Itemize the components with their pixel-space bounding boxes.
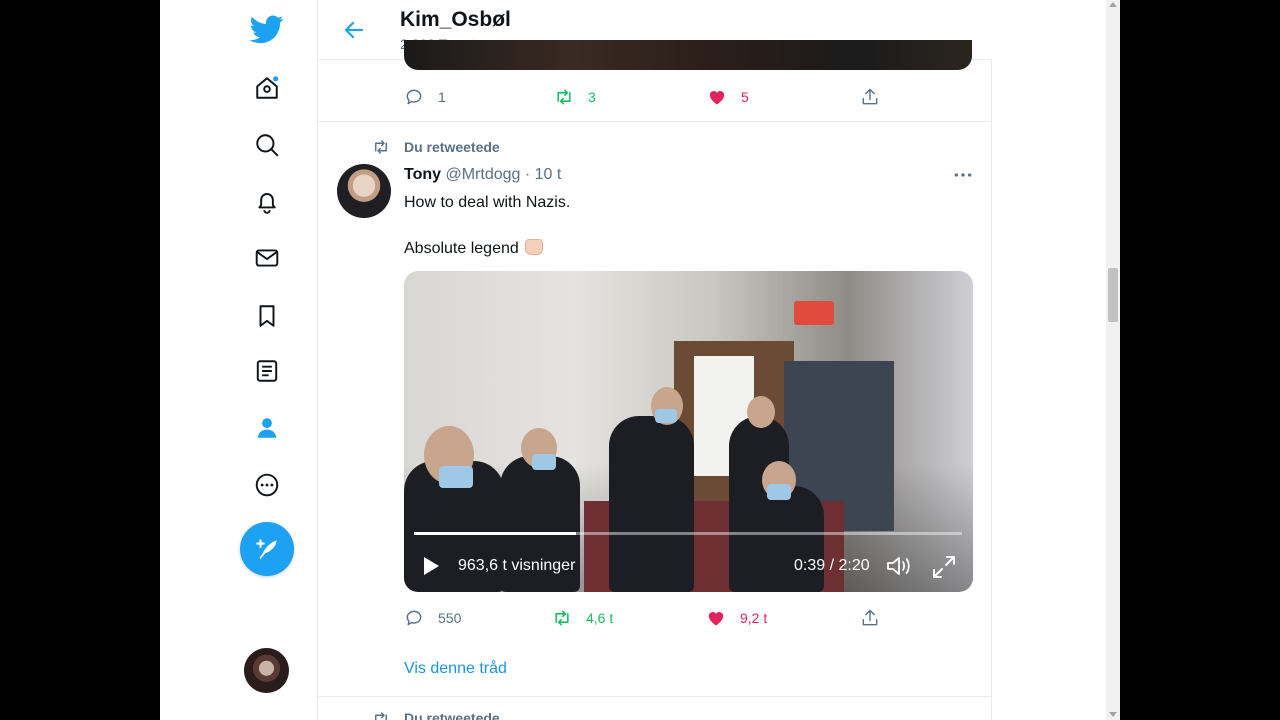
- retweet-icon: [375, 140, 387, 154]
- back-arrow-icon: [344, 21, 364, 39]
- tweet-text-line-2-text: Absolute legend: [404, 240, 519, 257]
- reply-count: 1: [438, 89, 446, 105]
- reply-icon: [406, 89, 422, 105]
- video-person: [609, 416, 694, 592]
- retweet-button[interactable]: 4,6 t: [552, 607, 613, 629]
- notifications-icon[interactable]: [250, 185, 284, 219]
- page: Kim_Osbøl 2.893 Tweets 1 3 5: [160, 0, 1120, 720]
- like-button[interactable]: 5: [707, 86, 749, 108]
- retweet-icon: [375, 712, 387, 720]
- retweeted-label[interactable]: Du retweetede: [404, 139, 500, 155]
- tweet-header: Tony @Mrtdogg · 10 t: [404, 166, 561, 184]
- video-scene-exit-sign: [794, 301, 834, 325]
- volume-icon: [887, 557, 910, 575]
- heart-icon: [708, 612, 724, 626]
- video-volume-button[interactable]: [885, 554, 913, 578]
- like-button[interactable]: 9,2 t: [706, 607, 767, 629]
- share-icon: [862, 609, 878, 626]
- retweet-button[interactable]: 3: [554, 86, 596, 108]
- video-person-mask: [532, 454, 556, 470]
- next-retweeted-label[interactable]: Du retweetede: [404, 710, 500, 720]
- profile-icon[interactable]: [250, 411, 284, 445]
- video-person-head: [747, 396, 775, 428]
- video-person-mask: [655, 409, 677, 423]
- tweet-text-line-1: How to deal with Nazis.: [404, 194, 571, 211]
- reply-icon: [406, 610, 422, 626]
- twitter-logo-icon[interactable]: [250, 12, 284, 46]
- scroll-down-arrow-icon[interactable]: [1109, 712, 1117, 717]
- video-progress-bar[interactable]: [414, 532, 962, 535]
- tweet-more-button[interactable]: [950, 164, 976, 186]
- video-views: 963,6 t visninger: [458, 557, 576, 574]
- video-person-mask: [439, 466, 473, 488]
- tweet-time[interactable]: 10 t: [535, 166, 562, 183]
- tweet-divider: [318, 696, 992, 697]
- video-person: [729, 486, 824, 592]
- compose-tweet-icon: [256, 539, 277, 559]
- home-icon[interactable]: [250, 71, 284, 105]
- retweeted-indicator: [372, 138, 390, 156]
- like-count: 5: [741, 89, 749, 105]
- scroll-up-arrow-icon[interactable]: [1109, 2, 1117, 7]
- play-icon: [424, 557, 439, 575]
- retweet-count: 3: [588, 89, 596, 105]
- video-player[interactable]: 963,6 t visninger 0:39 / 2:20: [404, 271, 973, 592]
- reply-button[interactable]: 550: [404, 607, 461, 629]
- video-person-mask: [767, 484, 791, 500]
- retweet-icon: [555, 610, 569, 626]
- show-thread-link[interactable]: Vis denne tråd: [404, 660, 507, 678]
- sidebar: [160, 0, 317, 720]
- video-play-button[interactable]: [420, 554, 442, 578]
- author-avatar[interactable]: [337, 164, 391, 218]
- messages-icon[interactable]: [250, 241, 284, 275]
- retweet-icon: [557, 89, 571, 105]
- tweet-text-line-2: Absolute legend: [404, 239, 543, 258]
- share-button[interactable]: [860, 607, 880, 629]
- more-horizontal-icon: [954, 173, 972, 177]
- lists-icon[interactable]: [250, 354, 284, 388]
- tweet-actions: 550 4,6 t 9,2 t: [404, 607, 878, 629]
- timeline-column: Kim_Osbøl 2.893 Tweets 1 3 5: [317, 0, 992, 720]
- video-fullscreen-button[interactable]: [931, 554, 957, 580]
- next-retweeted-indicator: [372, 710, 390, 720]
- back-button[interactable]: [340, 16, 368, 44]
- account-avatar[interactable]: [244, 648, 289, 693]
- fullscreen-icon: [933, 556, 955, 578]
- like-count: 9,2 t: [740, 610, 768, 626]
- heart-icon: [709, 91, 725, 105]
- explore-icon[interactable]: [250, 128, 284, 162]
- fist-emoji-icon: [524, 239, 543, 255]
- share-button[interactable]: [860, 86, 880, 108]
- compose-tweet-button[interactable]: [240, 522, 294, 576]
- author-name[interactable]: Tony: [404, 166, 441, 183]
- previous-tweet-actions: 1 3 5: [404, 86, 878, 108]
- video-time: 0:39 / 2:20: [794, 557, 870, 574]
- more-icon[interactable]: [250, 468, 284, 502]
- separator-dot: ·: [524, 166, 531, 183]
- bookmarks-icon[interactable]: [250, 299, 284, 333]
- reply-button[interactable]: 1: [404, 86, 446, 108]
- tweet-divider: [318, 121, 992, 122]
- profile-name: Kim_Osbøl: [400, 8, 511, 31]
- previous-tweet-media[interactable]: [404, 40, 972, 70]
- share-icon: [862, 88, 878, 105]
- retweet-count: 4,6 t: [586, 610, 614, 626]
- page-scrollbar[interactable]: [1106, 0, 1120, 720]
- video-progress-fill: [414, 532, 576, 535]
- scrollbar-thumb[interactable]: [1108, 268, 1118, 322]
- author-handle[interactable]: @Mrtdogg: [445, 166, 520, 183]
- reply-count: 550: [438, 610, 462, 626]
